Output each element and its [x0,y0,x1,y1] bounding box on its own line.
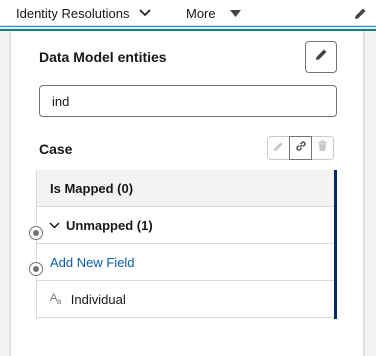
add-new-field-link[interactable]: Add New Field [50,255,135,270]
caret-down-icon [229,9,241,17]
object-title: Case [39,141,73,157]
pencil-icon [273,139,284,157]
link-object-button[interactable] [289,136,312,160]
tab-more-label: More [186,5,216,21]
top-tab-bar: Identity Resolutions More [0,0,376,26]
section-title: Data Model entities [39,49,167,65]
field-mapping-list: Is Mapped (0) Unmapped (1) Add New Field… [36,170,337,319]
mapped-group-label: Is Mapped (0) [50,180,134,196]
tab-more[interactable]: More [186,4,241,22]
delete-object-button[interactable] [311,136,334,160]
entity-search-input[interactable] [39,85,337,117]
right-rail [364,31,376,356]
unmapped-group-header[interactable]: Unmapped (1) [37,207,334,244]
link-icon [294,139,308,158]
edit-object-button[interactable] [267,136,290,160]
object-actions-group [267,136,334,160]
chevron-down-icon[interactable] [139,9,152,17]
left-rail [0,31,10,356]
field-connector-dot[interactable] [29,262,43,276]
trash-icon [317,139,328,157]
list-item[interactable]: Aa Individual [37,281,334,318]
field-label: Individual [70,291,126,307]
tab-identity-resolutions[interactable]: Identity Resolutions [16,4,152,22]
add-field-connector-dot[interactable] [29,226,43,240]
mapped-group-header[interactable]: Is Mapped (0) [37,170,334,207]
edit-entities-button[interactable] [305,41,337,73]
tab-identity-resolutions-label: Identity Resolutions [16,5,130,21]
edit-tabs-pencil-icon[interactable] [352,5,368,21]
text-field-type-icon: Aa [50,291,61,307]
add-new-field-row[interactable]: Add New Field [37,244,334,281]
data-model-panel: Data Model entities Case [10,31,364,356]
chevron-down-icon [49,221,60,229]
pencil-icon [315,48,328,66]
unmapped-group-label: Unmapped (1) [66,217,153,233]
